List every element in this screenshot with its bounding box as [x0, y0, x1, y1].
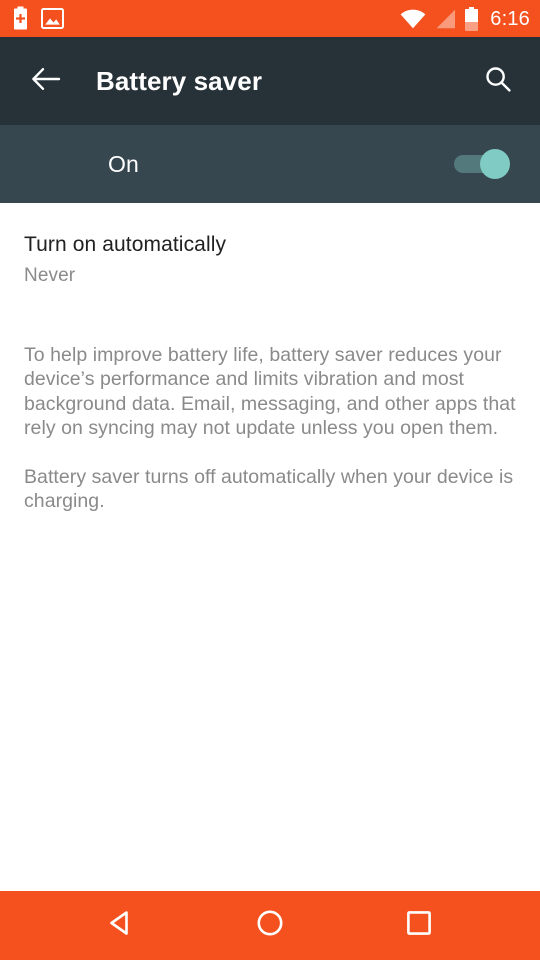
toggle-thumb — [480, 149, 510, 179]
app-bar: Battery saver — [0, 37, 540, 125]
system-navigation-bar — [0, 891, 540, 960]
nav-back-button[interactable] — [89, 894, 153, 958]
square-recents-icon — [405, 909, 433, 942]
circle-home-icon — [255, 908, 285, 943]
status-bar[interactable]: 6:16 — [0, 0, 540, 37]
battery-saver-toggle[interactable] — [454, 147, 510, 181]
switch-state-label: On — [108, 150, 139, 177]
description-paragraph-1: To help improve battery life, battery sa… — [24, 343, 516, 440]
screenshot-image-icon — [41, 8, 64, 29]
nav-home-button[interactable] — [238, 894, 302, 958]
battery-icon — [464, 6, 479, 31]
battery-saver-icon — [12, 6, 29, 31]
search-icon — [484, 65, 512, 98]
battery-saver-master-switch-row[interactable]: On — [0, 125, 540, 203]
page-title: Battery saver — [96, 65, 263, 96]
preference-summary: Never — [24, 265, 76, 287]
triangle-back-icon — [106, 908, 136, 943]
arrow-left-icon — [31, 66, 61, 97]
status-bar-left-icons — [12, 6, 64, 31]
preference-title: Turn on automatically — [24, 233, 227, 256]
settings-content: Turn on automatically Never To help impr… — [0, 203, 540, 891]
status-bar-clock: 6:16 — [490, 7, 530, 30]
description-paragraph-2: Battery saver turns off automatically wh… — [24, 465, 514, 513]
nav-recents-button[interactable] — [387, 894, 451, 958]
status-bar-right-icons: 6:16 — [400, 6, 530, 31]
wifi-icon — [400, 9, 426, 29]
description-block: To help improve battery life, battery sa… — [24, 343, 516, 514]
back-button[interactable] — [22, 57, 70, 105]
search-button[interactable] — [474, 57, 522, 105]
cell-signal-icon — [433, 9, 457, 29]
turn-on-automatically-row[interactable]: Turn on automatically Never — [24, 203, 516, 287]
